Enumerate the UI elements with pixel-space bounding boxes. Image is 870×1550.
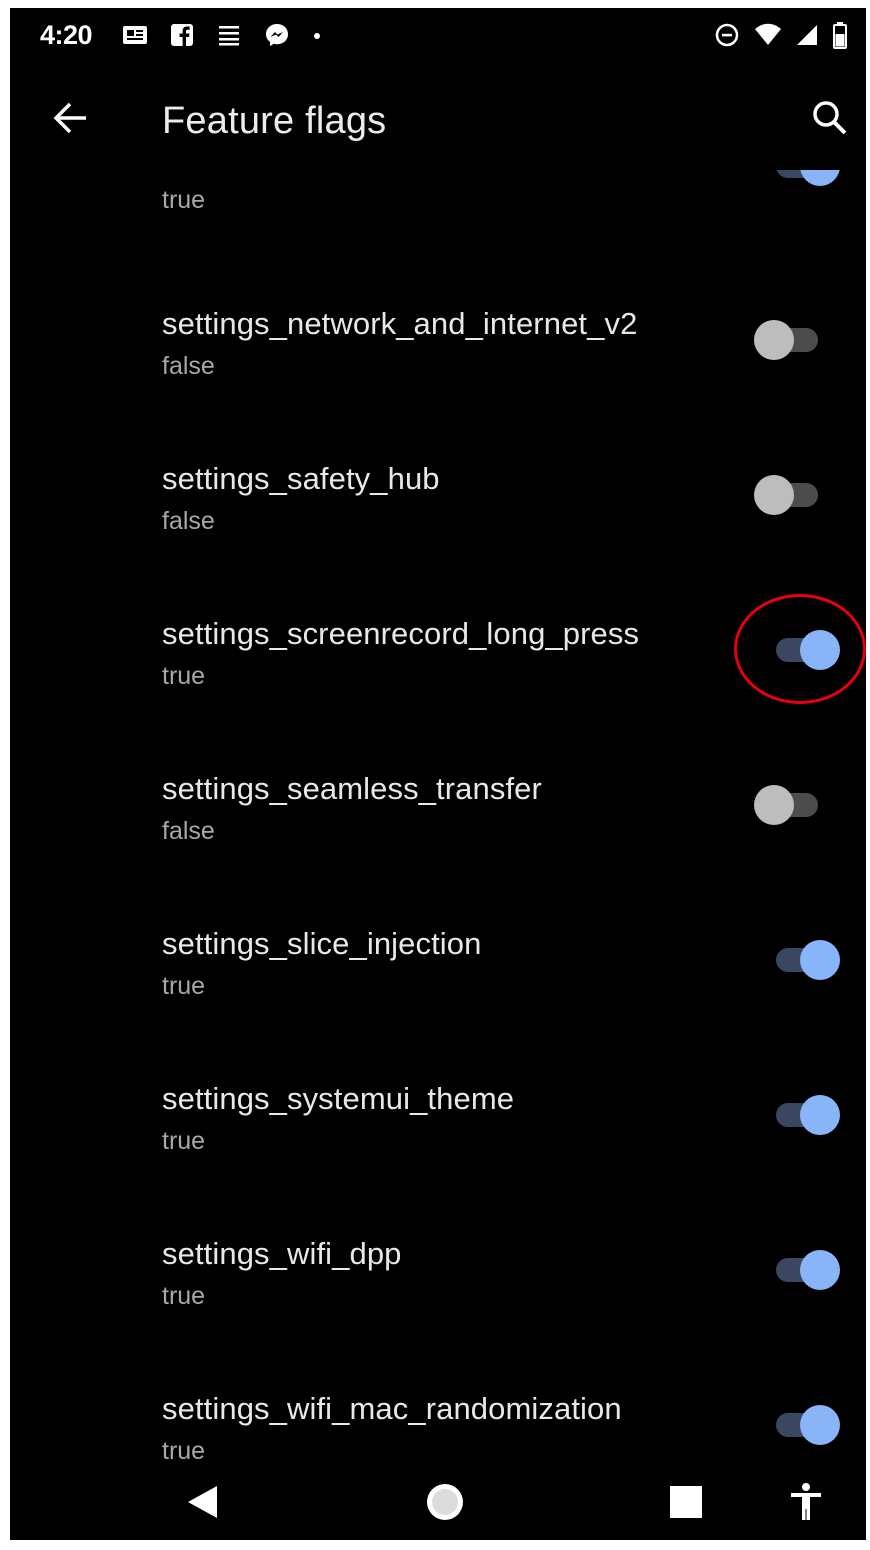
- flag-row[interactable]: settings_seamless_transferfalse: [10, 771, 866, 891]
- flag-value: true: [162, 186, 206, 214]
- highlight-circle: [734, 594, 866, 704]
- news-icon: [122, 24, 148, 51]
- flag-name: settings_screenrecord_long_press: [162, 616, 640, 651]
- home-circle-icon: [424, 1481, 466, 1528]
- dot-icon: [312, 28, 322, 46]
- messenger-icon: [264, 22, 290, 53]
- flag-name: settings_wifi_dpp: [162, 1236, 402, 1271]
- navigation-bar: [10, 1468, 866, 1540]
- system-icons: [714, 21, 848, 54]
- switch-thumb: [754, 320, 794, 360]
- app-bar: Feature flags: [10, 80, 866, 160]
- flag-row[interactable]: settings_safety_hubfalse: [10, 461, 866, 581]
- cell-signal-icon: [796, 23, 818, 52]
- nav-back-button[interactable]: [180, 1482, 224, 1526]
- switch-thumb: [800, 940, 840, 980]
- search-icon: [810, 98, 850, 143]
- menu-lines-icon: [216, 24, 242, 51]
- switch-thumb: [800, 1405, 840, 1445]
- nav-accessibility-button[interactable]: [784, 1482, 828, 1526]
- flag-value: false: [162, 507, 215, 535]
- flag-value: true: [162, 1437, 206, 1465]
- flag-name: settings_systemui_theme: [162, 1081, 515, 1116]
- switch-thumb: [754, 785, 794, 825]
- switch-thumb: [800, 1095, 840, 1135]
- toggle-switch[interactable]: [770, 1405, 840, 1445]
- notification-icons: [122, 22, 322, 52]
- page-title: Feature flags: [162, 100, 387, 142]
- status-time: 4:20: [40, 20, 93, 50]
- flag-row[interactable]: settings_network_and_internet_v2false: [10, 306, 866, 426]
- flag-value: false: [162, 817, 215, 845]
- toggle-switch[interactable]: [770, 1095, 840, 1135]
- search-button[interactable]: [806, 96, 854, 144]
- accessibility-icon: [788, 1482, 824, 1527]
- switch-thumb: [754, 475, 794, 515]
- flag-row[interactable]: settings_slice_injectiontrue: [10, 926, 866, 1046]
- do-not-disturb-icon: [714, 22, 740, 53]
- flag-name: settings_safety_hub: [162, 461, 440, 496]
- flag-name: settings_network_and_internet_v2: [162, 306, 638, 341]
- flag-value: true: [162, 1282, 206, 1310]
- toggle-switch[interactable]: [754, 475, 824, 515]
- flag-name: settings_seamless_transfer: [162, 771, 542, 806]
- toggle-switch[interactable]: [754, 785, 824, 825]
- flag-name: settings_wifi_mac_randomization: [162, 1391, 622, 1426]
- toggle-switch[interactable]: [754, 320, 824, 360]
- nav-recents-button[interactable]: [664, 1482, 708, 1526]
- switch-thumb: [800, 1250, 840, 1290]
- back-triangle-icon: [185, 1484, 219, 1525]
- nav-home-button[interactable]: [423, 1482, 467, 1526]
- flag-value: true: [162, 1127, 206, 1155]
- battery-icon: [832, 21, 848, 54]
- flag-value: false: [162, 352, 215, 380]
- flag-row[interactable]: settings_systemui_themetrue: [10, 1081, 866, 1201]
- arrow-left-icon: [50, 100, 90, 141]
- status-bar: 4:20: [10, 8, 866, 64]
- facebook-icon: [170, 23, 194, 52]
- flag-name: settings_slice_injection: [162, 926, 482, 961]
- back-button[interactable]: [46, 96, 94, 144]
- wifi-icon: [754, 23, 782, 52]
- flag-row[interactable]: true: [10, 170, 866, 278]
- toggle-switch[interactable]: [770, 1250, 840, 1290]
- phone-screen: 4:20 Feature flags true settings_network…: [10, 8, 866, 1540]
- flag-value: true: [162, 972, 206, 1000]
- flag-value: true: [162, 662, 206, 690]
- recents-square-icon: [669, 1485, 703, 1524]
- toggle-switch[interactable]: [770, 940, 840, 980]
- flag-row[interactable]: settings_wifi_dpptrue: [10, 1236, 866, 1356]
